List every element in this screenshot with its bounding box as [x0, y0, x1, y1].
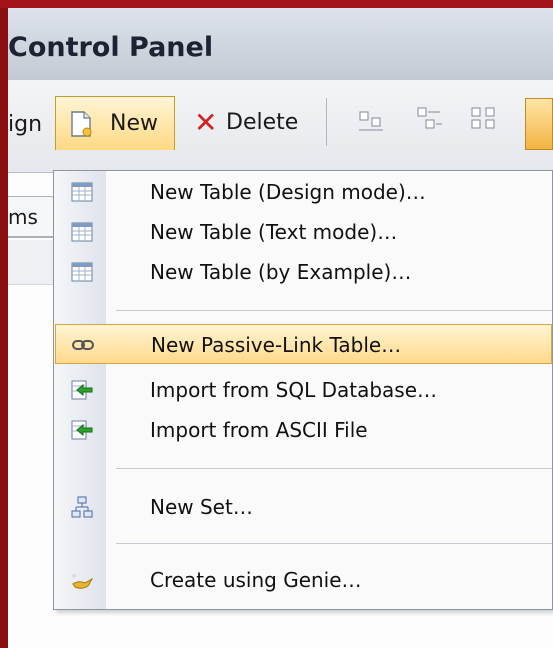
delete-button-label: Delete	[226, 110, 299, 135]
tab-items-fragment[interactable]: ms	[8, 196, 55, 238]
toolbar-separator	[326, 98, 327, 146]
menu-item[interactable]: New Table (Text mode)…	[55, 212, 552, 252]
menu-item-label: New Set…	[150, 495, 253, 519]
menu-item-label: New Table (by Example)…	[150, 260, 412, 284]
new-button-label: New	[110, 111, 158, 136]
menu-separator	[116, 310, 552, 311]
menu-item-label: New Passive-Link Table…	[151, 333, 402, 357]
window-frame-top	[0, 0, 553, 8]
align-icon-3[interactable]	[470, 104, 500, 134]
design-button-fragment[interactable]: ign	[8, 112, 42, 137]
new-button[interactable]: New	[55, 96, 175, 150]
table-icon	[71, 262, 93, 282]
import-arrow-icon	[71, 420, 93, 440]
import-arrow-icon	[71, 380, 93, 400]
menu-item-label: New Table (Design mode)…	[150, 180, 426, 204]
align-icon-2[interactable]	[414, 104, 444, 134]
menu-item-label: Create using Genie…	[150, 568, 362, 592]
menu-item[interactable]: Import from ASCII File	[55, 410, 552, 450]
menu-item[interactable]: Create using Genie…	[55, 560, 552, 600]
window-title: Control Panel	[8, 32, 214, 63]
align-icon-1[interactable]	[356, 104, 386, 134]
new-document-icon	[71, 111, 92, 137]
menu-item-label: Import from SQL Database…	[150, 378, 438, 402]
menu-item-label: Import from ASCII File	[150, 418, 368, 442]
menu-item[interactable]: New Table (Design mode)…	[55, 172, 552, 212]
chain-link-icon	[72, 340, 94, 350]
tab-label-fragment: ms	[8, 205, 38, 229]
toolbar: ign New ✕ Delete	[8, 80, 553, 173]
grid-view-button[interactable]	[525, 98, 553, 150]
delete-button[interactable]: ✕ Delete	[188, 96, 318, 150]
menu-item[interactable]: New Set…	[55, 487, 552, 527]
menu-separator	[116, 543, 552, 544]
table-icon	[71, 182, 93, 202]
menu-separator	[116, 468, 552, 469]
menu-item[interactable]: New Passive-Link Table…	[55, 324, 552, 364]
delete-x-icon: ✕	[194, 106, 218, 139]
menu-item[interactable]: Import from SQL Database…	[55, 370, 552, 410]
table-icon	[71, 222, 93, 242]
window-frame-left	[0, 0, 8, 648]
hierarchy-icon	[71, 496, 93, 518]
menu-item-label: New Table (Text mode)…	[150, 220, 398, 244]
genie-lamp-icon	[72, 574, 93, 589]
new-dropdown-menu: New Table (Design mode)… New Table (Text …	[53, 170, 553, 610]
menu-item[interactable]: New Table (by Example)…	[55, 252, 552, 292]
title-bar: Control Panel	[8, 8, 553, 81]
